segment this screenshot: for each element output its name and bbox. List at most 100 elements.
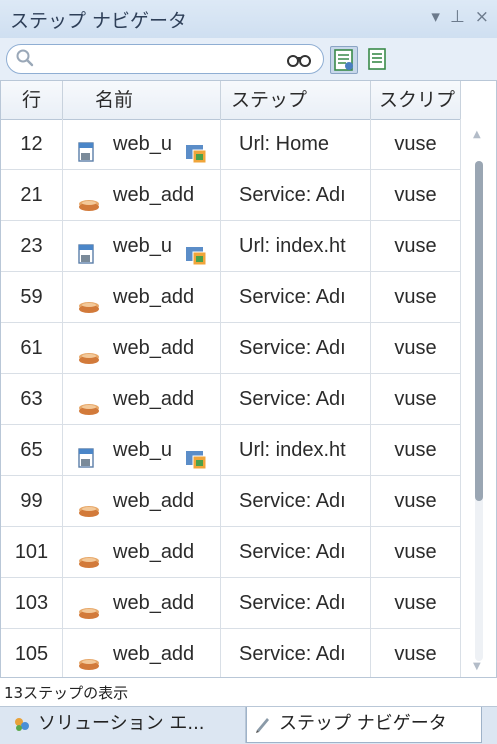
step-name: web_add bbox=[113, 541, 195, 563]
bottom-tabs: ソリューション エ... ステップ ナビゲータ bbox=[0, 706, 497, 744]
cell-step: Service: Adı bbox=[221, 170, 371, 221]
cell-line: 101 bbox=[1, 527, 63, 578]
cell-name: web_add bbox=[63, 527, 221, 578]
web-service-icon bbox=[77, 287, 101, 323]
cell-step: Url: index.ht bbox=[221, 425, 371, 476]
cell-name: web_u bbox=[63, 221, 221, 272]
page-preview-icon bbox=[185, 439, 207, 476]
close-icon[interactable]: × bbox=[475, 6, 489, 28]
cell-script: vuse bbox=[371, 221, 461, 272]
step-navigator-icon bbox=[256, 718, 269, 733]
cell-line: 65 bbox=[1, 425, 63, 476]
cell-step: Service: Adı bbox=[221, 629, 371, 677]
cell-step: Service: Adı bbox=[221, 323, 371, 374]
page-preview-icon bbox=[185, 133, 207, 170]
cell-script: vuse bbox=[371, 476, 461, 527]
page-preview-icon bbox=[185, 235, 207, 272]
toolbar bbox=[0, 38, 497, 81]
cell-script: vuse bbox=[371, 374, 461, 425]
scroll-down-icon[interactable]: ▼ bbox=[473, 661, 485, 672]
header-script[interactable]: スクリプ bbox=[371, 81, 461, 119]
web-page-icon bbox=[77, 134, 101, 170]
cell-script: vuse bbox=[371, 272, 461, 323]
cell-name: web_add bbox=[63, 578, 221, 629]
table-row[interactable]: 61 web_add Service: Adı vuse bbox=[1, 323, 461, 374]
cell-name: web_u bbox=[63, 119, 221, 170]
table-row[interactable]: 99 web_add Service: Adı vuse bbox=[1, 476, 461, 527]
cell-step: Service: Adı bbox=[221, 578, 371, 629]
tab-label: ソリューション エ... bbox=[38, 713, 205, 734]
table-row[interactable]: 63 web_add Service: Adı vuse bbox=[1, 374, 461, 425]
table-row[interactable]: 23 web_u Url: index.ht vuse bbox=[1, 221, 461, 272]
header-line[interactable]: 行 bbox=[1, 81, 63, 119]
step-name: web_add bbox=[113, 592, 195, 614]
cell-step: Url: index.ht bbox=[221, 221, 371, 272]
script-view-icon[interactable] bbox=[364, 46, 390, 72]
cell-step: Url: Home bbox=[221, 119, 371, 170]
cell-line: 63 bbox=[1, 374, 63, 425]
cell-name: web_add bbox=[63, 272, 221, 323]
binoculars-icon[interactable] bbox=[285, 49, 313, 69]
cell-line: 12 bbox=[1, 119, 63, 170]
cell-script: vuse bbox=[371, 119, 461, 170]
web-service-icon bbox=[77, 644, 101, 677]
scroll-thumb[interactable] bbox=[475, 161, 483, 501]
table-row[interactable]: 105 web_add Service: Adı vuse bbox=[1, 629, 461, 677]
cell-name: web_add bbox=[63, 629, 221, 677]
cell-step: Service: Adı bbox=[221, 476, 371, 527]
panel-title: ステップ ナビゲータ bbox=[10, 10, 188, 32]
step-name: web_add bbox=[113, 643, 195, 665]
web-service-icon bbox=[77, 542, 101, 578]
web-page-icon bbox=[77, 440, 101, 476]
table-row[interactable]: 21 web_add Service: Adı vuse bbox=[1, 170, 461, 221]
cell-line: 99 bbox=[1, 476, 63, 527]
table-row[interactable]: 59 web_add Service: Adı vuse bbox=[1, 272, 461, 323]
step-name: web_u bbox=[113, 133, 172, 155]
cell-step: Service: Adı bbox=[221, 374, 371, 425]
pin-icon[interactable]: ⊥ bbox=[450, 6, 465, 28]
panel-controls: ▾ ⊥ × bbox=[431, 6, 489, 28]
step-name: web_add bbox=[113, 184, 195, 206]
cell-script: vuse bbox=[371, 578, 461, 629]
cell-script: vuse bbox=[371, 425, 461, 476]
cell-line: 61 bbox=[1, 323, 63, 374]
cell-step: Service: Adı bbox=[221, 272, 371, 323]
solution-explorer-icon bbox=[15, 718, 29, 731]
web-service-icon bbox=[77, 593, 101, 629]
cell-line: 59 bbox=[1, 272, 63, 323]
vertical-scrollbar[interactable]: ▲ ▼ bbox=[464, 121, 494, 677]
cell-name: web_add bbox=[63, 374, 221, 425]
step-name: web_u bbox=[113, 235, 172, 257]
scroll-up-icon[interactable]: ▲ bbox=[473, 129, 485, 140]
web-service-icon bbox=[77, 389, 101, 425]
cell-name: web_add bbox=[63, 476, 221, 527]
header-step[interactable]: ステップ bbox=[221, 81, 371, 119]
cell-line: 23 bbox=[1, 221, 63, 272]
step-name: web_add bbox=[113, 286, 195, 308]
step-view-icon[interactable] bbox=[330, 46, 358, 74]
cell-script: vuse bbox=[371, 170, 461, 221]
table-row[interactable]: 103 web_add Service: Adı vuse bbox=[1, 578, 461, 629]
cell-script: vuse bbox=[371, 527, 461, 578]
web-service-icon bbox=[77, 185, 101, 221]
table-body: 12 web_u Url: Home vuse 21 web_add Service: Ad… bbox=[1, 119, 461, 677]
table-row[interactable]: 12 web_u Url: Home vuse bbox=[1, 119, 461, 170]
cell-name: web_add bbox=[63, 323, 221, 374]
cell-name: web_u bbox=[63, 425, 221, 476]
step-name: web_add bbox=[113, 337, 195, 359]
cell-name: web_add bbox=[63, 170, 221, 221]
steps-table: 行 名前 ステップ スクリプ 12 web_u Url: Home vuse 21 web… bbox=[0, 80, 497, 678]
web-service-icon bbox=[77, 491, 101, 527]
cell-script: vuse bbox=[371, 323, 461, 374]
tab-label: ステップ ナビゲータ bbox=[279, 713, 447, 734]
tab-solution-explorer[interactable]: ソリューション エ... bbox=[4, 707, 246, 743]
table-row[interactable]: 101 web_add Service: Adı vuse bbox=[1, 527, 461, 578]
header-name[interactable]: 名前 bbox=[63, 81, 221, 119]
search-icon bbox=[16, 49, 34, 67]
table-row[interactable]: 65 web_u Url: index.ht vuse bbox=[1, 425, 461, 476]
dropdown-icon[interactable]: ▾ bbox=[431, 6, 440, 28]
cell-line: 103 bbox=[1, 578, 63, 629]
search-input[interactable] bbox=[6, 44, 324, 74]
tab-step-navigator[interactable]: ステップ ナビゲータ bbox=[246, 707, 482, 743]
cell-line: 21 bbox=[1, 170, 63, 221]
